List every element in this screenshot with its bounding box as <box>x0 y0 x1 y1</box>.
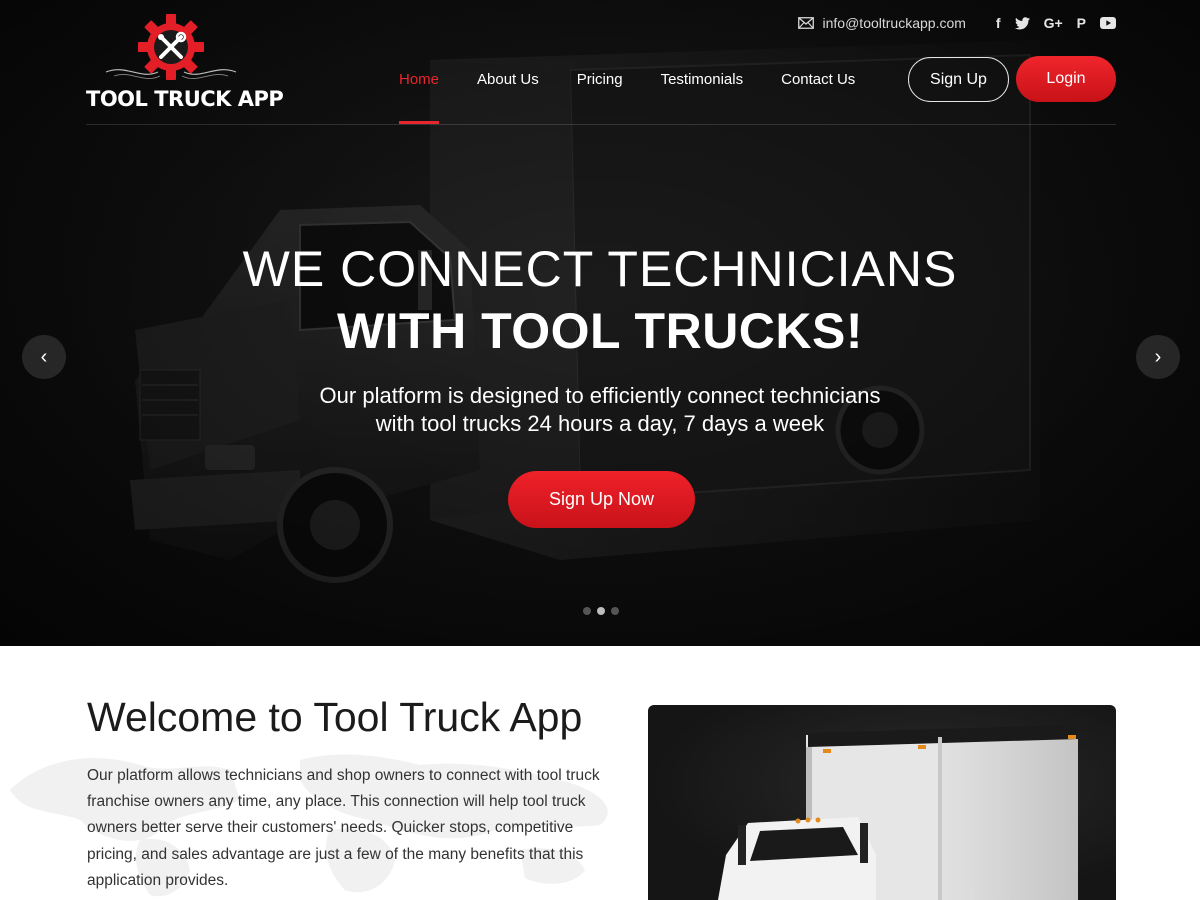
hero-slider: info@tooltruckapp.com f G+ P TOOL TRUCK … <box>0 0 1200 646</box>
main-nav: Home About Us Pricing Testimonials Conta… <box>380 56 874 124</box>
nav-item-about-us[interactable]: About Us <box>477 56 539 102</box>
carousel-dot-2[interactable] <box>597 607 605 615</box>
nav-item-pricing[interactable]: Pricing <box>577 56 623 102</box>
welcome-title: Welcome to Tool Truck App <box>87 694 583 740</box>
google-plus-icon[interactable]: G+ <box>1044 14 1063 32</box>
signup-now-button[interactable]: Sign Up Now <box>508 471 695 528</box>
site-logo[interactable]: TOOL TRUCK APP <box>86 14 284 114</box>
carousel-prev-button[interactable]: ‹ <box>22 335 66 379</box>
welcome-truck-image <box>648 705 1116 900</box>
carousel-dot-1[interactable] <box>583 607 591 615</box>
facebook-icon[interactable]: f <box>996 14 1001 32</box>
hero-subtitle: Our platform is designed to efficiently … <box>0 382 1200 438</box>
chevron-right-icon: › <box>1154 345 1162 368</box>
youtube-icon[interactable] <box>1100 14 1116 32</box>
nav-item-home[interactable]: Home <box>399 56 440 124</box>
chevron-left-icon: ‹ <box>40 345 48 368</box>
envelope-icon <box>797 17 814 29</box>
carousel-indicators <box>583 607 619 615</box>
carousel-dot-3[interactable] <box>611 607 619 615</box>
nav-item-contact-us[interactable]: Contact Us <box>781 56 855 102</box>
welcome-body-text: Our platform allows technicians and shop… <box>87 767 600 889</box>
hero-subtitle-line1: Our platform is designed to efficiently … <box>319 383 881 408</box>
hero-title-line2: WITH TOOL TRUCKS! <box>336 303 864 359</box>
twitter-icon[interactable] <box>1014 14 1030 32</box>
nav-item-testimonials[interactable]: Testimonials <box>661 56 744 102</box>
email-address: info@tooltruckapp.com <box>822 15 966 31</box>
logo-wordmark: TOOL TRUCK APP <box>86 87 284 111</box>
hero-subtitle-line2: with tool trucks 24 hours a day, 7 days … <box>375 411 825 436</box>
login-button[interactable]: Login <box>1016 56 1116 102</box>
carousel-next-button[interactable]: › <box>1136 335 1180 379</box>
header-divider <box>86 124 1116 125</box>
signup-button[interactable]: Sign Up <box>908 57 1009 102</box>
social-links: f G+ P <box>996 14 1116 32</box>
box-truck-illustration <box>718 725 1078 900</box>
gear-wrench-logo-icon <box>105 14 237 80</box>
pinterest-icon[interactable]: P <box>1077 14 1086 32</box>
hero-title-line1: WE CONNECT TECHNICIANS <box>242 241 958 297</box>
email-link[interactable]: info@tooltruckapp.com <box>797 15 966 31</box>
top-contact-bar: info@tooltruckapp.com f G+ P <box>797 12 1116 34</box>
